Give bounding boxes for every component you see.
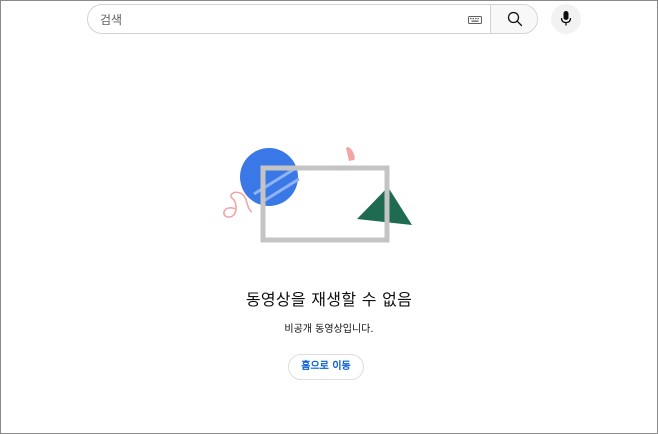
unavailable-video-illustration xyxy=(223,147,412,243)
search-box[interactable] xyxy=(87,4,538,34)
search-input[interactable] xyxy=(100,11,460,29)
error-subtitle: 비공개 동영상입니다. xyxy=(284,324,374,335)
keyboard-icon[interactable] xyxy=(468,13,482,27)
voice-search-button[interactable] xyxy=(551,4,581,34)
error-title: 동영상을 재생할 수 없음 xyxy=(245,290,413,309)
go-home-button[interactable]: 홈으로 이동 xyxy=(288,354,364,380)
search-icon xyxy=(507,11,523,27)
pink-shape xyxy=(346,147,355,161)
microphone-icon xyxy=(560,11,572,26)
search-button[interactable] xyxy=(490,5,537,33)
